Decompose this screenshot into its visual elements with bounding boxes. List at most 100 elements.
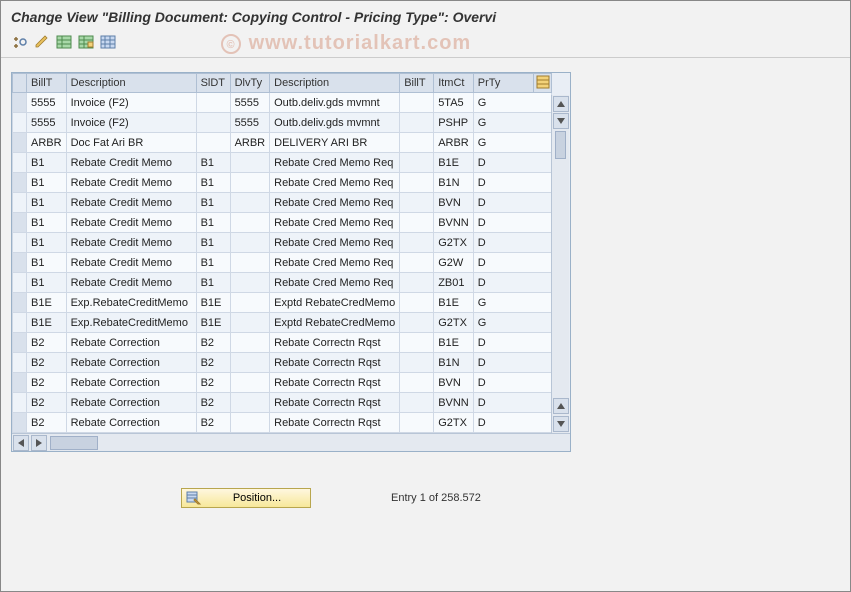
hscroll-track[interactable] [100, 436, 568, 450]
scroll-up-button[interactable] [553, 96, 569, 112]
cell-description2[interactable]: Rebate Cred Memo Req [270, 213, 400, 233]
table-row[interactable]: B1Rebate Credit MemoB1Rebate Cred Memo R… [13, 233, 552, 253]
toggle-icon[interactable] [11, 33, 29, 51]
cell-billt[interactable]: B2 [27, 353, 67, 373]
cell-billt2[interactable] [400, 193, 434, 213]
cell-billt[interactable]: B1 [27, 213, 67, 233]
row-selector[interactable] [13, 333, 27, 353]
cell-itmct[interactable]: B1E [434, 293, 474, 313]
horizontal-scrollbar[interactable] [12, 433, 570, 451]
cell-billt2[interactable] [400, 273, 434, 293]
cell-sldt[interactable]: B2 [196, 413, 230, 433]
row-selector[interactable] [13, 273, 27, 293]
cell-description[interactable]: Exp.RebateCreditMemo [66, 313, 196, 333]
table-row[interactable]: B2Rebate CorrectionB2Rebate Correctn Rqs… [13, 413, 552, 433]
table-config-header[interactable] [534, 74, 552, 93]
cell-billt[interactable]: B2 [27, 333, 67, 353]
cell-itmct[interactable]: ZB01 [434, 273, 474, 293]
cell-sldt[interactable]: B1 [196, 173, 230, 193]
col-prty[interactable]: PrTy [473, 74, 533, 93]
cell-billt2[interactable] [400, 293, 434, 313]
cell-prty[interactable]: D [473, 373, 551, 393]
row-selector[interactable] [13, 353, 27, 373]
row-selector[interactable] [13, 373, 27, 393]
cell-sldt[interactable] [196, 133, 230, 153]
cell-billt2[interactable] [400, 313, 434, 333]
cell-billt[interactable]: B1E [27, 313, 67, 333]
cell-sldt[interactable]: B1 [196, 253, 230, 273]
cell-dlvty[interactable] [230, 373, 270, 393]
cell-itmct[interactable]: BVNN [434, 393, 474, 413]
cell-dlvty[interactable]: 5555 [230, 113, 270, 133]
cell-itmct[interactable]: G2W [434, 253, 474, 273]
cell-billt2[interactable] [400, 233, 434, 253]
table-row[interactable]: B1Rebate Credit MemoB1Rebate Cred Memo R… [13, 273, 552, 293]
cell-dlvty[interactable] [230, 173, 270, 193]
row-selector[interactable] [13, 113, 27, 133]
cell-dlvty[interactable] [230, 313, 270, 333]
cell-sldt[interactable]: B1 [196, 153, 230, 173]
cell-description2[interactable]: Rebate Cred Memo Req [270, 233, 400, 253]
cell-description2[interactable]: Exptd RebateCredMemo [270, 313, 400, 333]
cell-sldt[interactable]: B1 [196, 273, 230, 293]
cell-dlvty[interactable] [230, 153, 270, 173]
cell-dlvty[interactable] [230, 273, 270, 293]
cell-dlvty[interactable] [230, 233, 270, 253]
row-selector[interactable] [13, 93, 27, 113]
vertical-scrollbar[interactable] [551, 95, 569, 433]
cell-description2[interactable]: Rebate Cred Memo Req [270, 253, 400, 273]
table-icon[interactable] [55, 33, 73, 51]
cell-description[interactable]: Rebate Credit Memo [66, 153, 196, 173]
cell-billt[interactable]: B1 [27, 193, 67, 213]
cell-description[interactable]: Rebate Correction [66, 373, 196, 393]
cell-prty[interactable]: G [473, 313, 551, 333]
cell-itmct[interactable]: BVN [434, 373, 474, 393]
cell-sldt[interactable]: B1 [196, 233, 230, 253]
scroll-right-button[interactable] [31, 435, 47, 451]
row-selector[interactable] [13, 253, 27, 273]
vscroll-track[interactable] [553, 131, 568, 415]
row-selector[interactable] [13, 213, 27, 233]
cell-sldt[interactable] [196, 113, 230, 133]
cell-sldt[interactable]: B1 [196, 213, 230, 233]
cell-itmct[interactable]: ARBR [434, 133, 474, 153]
cell-prty[interactable]: G [473, 113, 551, 133]
table-row[interactable]: B1Rebate Credit MemoB1 Rebate Cred Memo R… [13, 213, 552, 233]
cell-billt[interactable]: B1 [27, 233, 67, 253]
table-row[interactable]: B2Rebate CorrectionB2Rebate Correctn Rqs… [13, 393, 552, 413]
cell-sldt[interactable]: B2 [196, 353, 230, 373]
cell-itmct[interactable]: 5TA5 [434, 93, 474, 113]
cell-itmct[interactable]: G2TX [434, 413, 474, 433]
table-row[interactable]: B2Rebate CorrectionB2Rebate Correctn Rqs… [13, 353, 552, 373]
row-selector[interactable] [13, 413, 27, 433]
row-selector[interactable] [13, 153, 27, 173]
scroll-down-button[interactable] [553, 416, 569, 432]
table2-icon[interactable] [77, 33, 95, 51]
col-itmct[interactable]: ItmCt [434, 74, 474, 93]
cell-sldt[interactable]: B2 [196, 393, 230, 413]
cell-prty[interactable]: D [473, 353, 551, 373]
cell-description2[interactable]: Rebate Cred Memo Req [270, 193, 400, 213]
cell-billt2[interactable] [400, 353, 434, 373]
cell-billt2[interactable] [400, 173, 434, 193]
cell-prty[interactable]: D [473, 393, 551, 413]
cell-prty[interactable]: G [473, 293, 551, 313]
cell-prty[interactable]: G [473, 133, 551, 153]
col-description2[interactable]: Description [270, 74, 400, 93]
cell-itmct[interactable]: B1E [434, 153, 474, 173]
table-row[interactable]: B1Rebate Credit MemoB1Rebate Cred Memo R… [13, 253, 552, 273]
cell-description[interactable]: Rebate Credit Memo [66, 213, 196, 233]
cell-description2[interactable]: Rebate Correctn Rqst [270, 353, 400, 373]
cell-description[interactable]: Invoice (F2) [66, 93, 196, 113]
cell-prty[interactable]: G [473, 93, 551, 113]
grid-icon[interactable] [99, 33, 117, 51]
cell-sldt[interactable]: B2 [196, 333, 230, 353]
cell-description[interactable]: Doc Fat Ari BR [66, 133, 196, 153]
cell-sldt[interactable] [196, 93, 230, 113]
cell-billt[interactable]: B1 [27, 173, 67, 193]
cell-sldt[interactable]: B1 [196, 193, 230, 213]
cell-billt[interactable]: ARBR [27, 133, 67, 153]
row-selector[interactable] [13, 173, 27, 193]
cell-prty[interactable]: D [473, 193, 551, 213]
cell-description2[interactable]: Outb.deliv.gds mvmnt [270, 93, 400, 113]
